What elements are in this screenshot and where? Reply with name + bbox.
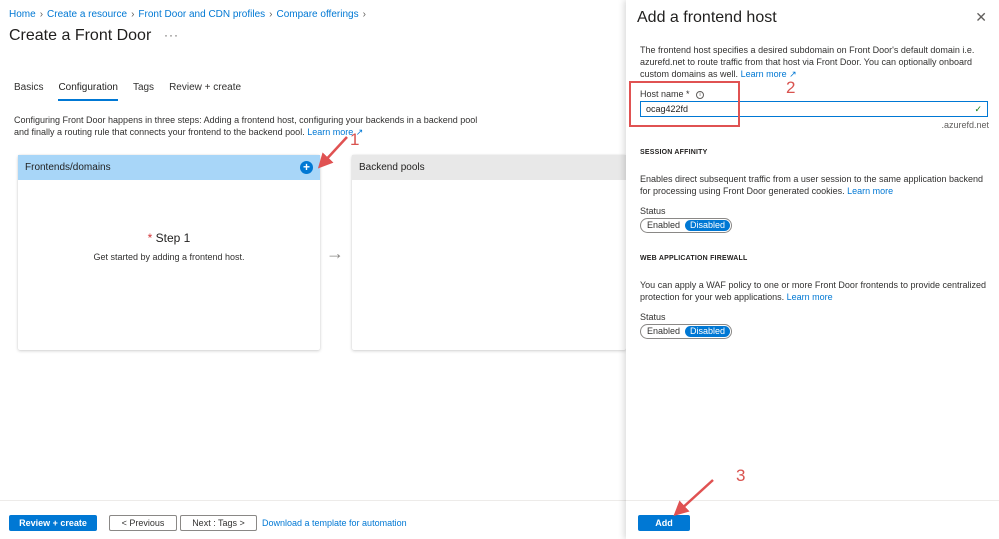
breadcrumb-compare-offerings[interactable]: Compare offerings <box>276 9 358 20</box>
previous-button[interactable]: < Previous <box>109 515 177 531</box>
intro-learn-more-link[interactable]: Learn more <box>307 127 353 137</box>
host-name-highlight-box <box>629 81 740 127</box>
backend-pools-card-header: Backend pools <box>352 155 626 180</box>
add-frontend-plus-icon[interactable]: + <box>300 161 313 174</box>
step-title-text: Step 1 <box>155 231 191 245</box>
chevron-right-icon: › <box>362 9 366 20</box>
breadcrumb: Home › Create a resource › Front Door an… <box>9 9 366 20</box>
annotation-2: 2 <box>786 78 796 97</box>
waf-toggle-enabled[interactable]: Enabled <box>642 326 685 337</box>
intro-text: Configuring Front Door happens in three … <box>14 114 484 138</box>
panel-learn-more-link[interactable]: Learn more <box>741 69 787 79</box>
frontends-card-header: Frontends/domains + <box>18 155 320 180</box>
download-template-link[interactable]: Download a template for automation <box>262 518 407 528</box>
review-create-button[interactable]: Review + create <box>9 515 97 531</box>
step-description: Get started by adding a frontend host. <box>93 252 245 262</box>
required-star: * <box>147 231 153 245</box>
close-icon[interactable]: ✕ <box>975 9 987 26</box>
waf-toggle[interactable]: Enabled Disabled <box>640 324 733 339</box>
frontends-card-title: Frontends/domains <box>25 162 111 173</box>
panel-title: Add a frontend host <box>637 9 777 26</box>
more-options-icon[interactable]: ··· <box>164 28 179 42</box>
create-front-door-blade: Home › Create a resource › Front Door an… <box>0 0 626 539</box>
panel-description: The frontend host specifies a desired su… <box>640 44 990 80</box>
chevron-right-icon: › <box>131 9 135 20</box>
toggle-disabled[interactable]: Disabled <box>685 220 731 231</box>
annotation-3: 3 <box>736 466 746 485</box>
tab-bar: Basics Configuration Tags Review + creat… <box>14 82 256 101</box>
breadcrumb-front-door-cdn[interactable]: Front Door and CDN profiles <box>138 9 265 20</box>
chevron-right-icon: › <box>269 9 273 20</box>
session-affinity-description: Enables direct subsequent traffic from a… <box>640 173 990 197</box>
step-title: * Step 1 <box>18 231 320 245</box>
waf-status-label: Status <box>640 312 666 322</box>
breadcrumb-create-resource[interactable]: Create a resource <box>47 9 127 20</box>
tab-tags[interactable]: Tags <box>133 82 154 101</box>
session-learn-more-link[interactable]: Learn more <box>847 186 893 196</box>
session-affinity-text: Enables direct subsequent traffic from a… <box>640 174 984 196</box>
annotation-1: 1 <box>350 130 360 149</box>
tab-basics[interactable]: Basics <box>14 82 43 101</box>
checkmark-icon: ✓ <box>974 103 982 114</box>
backend-pools-card: Backend pools <box>352 155 626 350</box>
panel-description-text: The frontend host specifies a desired su… <box>640 45 975 79</box>
backend-pools-card-title: Backend pools <box>359 162 425 173</box>
waf-learn-more-link[interactable]: Learn more <box>787 292 833 302</box>
blade-footer: Review + create < Previous Next : Tags >… <box>0 500 626 539</box>
breadcrumb-home[interactable]: Home <box>9 9 36 20</box>
toggle-enabled[interactable]: Enabled <box>642 220 685 231</box>
waf-heading: WEB APPLICATION FIREWALL <box>640 255 748 262</box>
chevron-right-icon: › <box>39 9 44 20</box>
tab-review-create[interactable]: Review + create <box>169 82 241 101</box>
add-button[interactable]: Add <box>638 515 690 531</box>
frontends-card: Frontends/domains + * Step 1 Get started… <box>18 155 320 350</box>
waf-toggle-disabled[interactable]: Disabled <box>685 326 731 337</box>
host-name-suffix: .azurefd.net <box>941 120 989 130</box>
session-status-label: Status <box>640 206 666 216</box>
next-tags-button[interactable]: Next : Tags > <box>180 515 257 531</box>
session-affinity-heading: SESSION AFFINITY <box>640 149 708 156</box>
panel-footer: Add <box>626 500 999 539</box>
session-affinity-toggle[interactable]: Enabled Disabled <box>640 218 733 233</box>
page-title: Create a Front Door <box>9 27 152 44</box>
arrow-right-icon: → <box>326 243 344 263</box>
waf-description: You can apply a WAF policy to one or mor… <box>640 279 990 303</box>
tab-configuration[interactable]: Configuration <box>58 82 118 101</box>
intro-body: Configuring Front Door happens in three … <box>14 115 478 137</box>
